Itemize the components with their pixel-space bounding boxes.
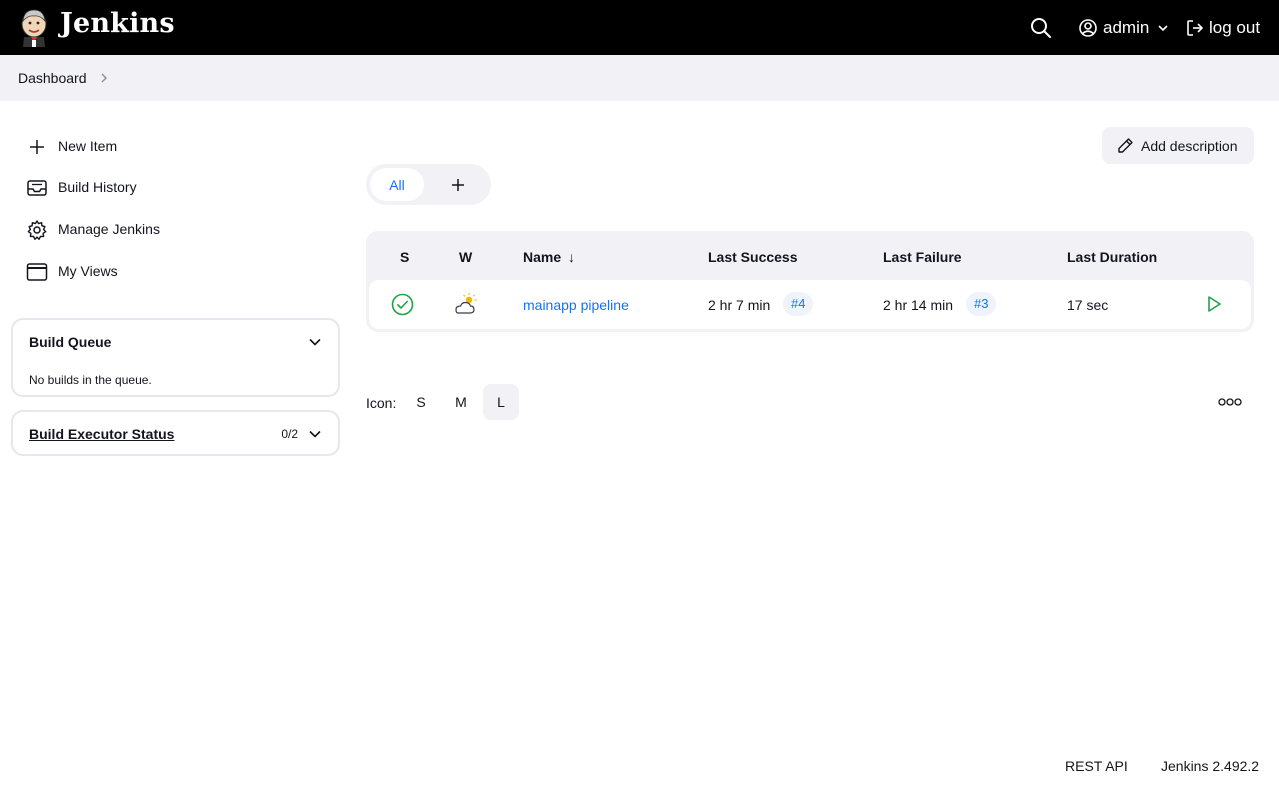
breadcrumb-dashboard[interactable]: Dashboard xyxy=(18,70,87,86)
build-executor-panel: Build Executor Status 0/2 xyxy=(11,410,340,456)
column-header-name[interactable]: Name xyxy=(523,249,561,265)
rest-api-link[interactable]: REST API xyxy=(1065,758,1128,774)
build-queue-empty-text: No builds in the queue. xyxy=(29,373,152,387)
plus-icon xyxy=(30,140,44,154)
sidebar-item-build-history[interactable]: Build History xyxy=(26,176,137,200)
job-name-link[interactable]: mainapp pipeline xyxy=(523,297,629,313)
gear-icon xyxy=(27,220,47,240)
column-header-status[interactable]: S xyxy=(400,249,409,265)
sidebar-item-label: My Views xyxy=(58,263,118,279)
logout-icon xyxy=(1187,20,1204,36)
play-icon[interactable] xyxy=(1204,294,1224,314)
icon-size-s-button[interactable]: S xyxy=(403,384,439,420)
tab-all[interactable]: All xyxy=(370,168,424,201)
column-header-last-success[interactable]: Last Success xyxy=(708,249,798,265)
top-navbar: Jenkins admin log out xyxy=(0,0,1279,55)
pencil-icon xyxy=(1118,138,1133,153)
icon-size-l-button[interactable]: L xyxy=(483,384,519,420)
inbox-icon xyxy=(27,180,47,196)
jobs-table: S W Name ↓ Last Success Last Failure Las… xyxy=(366,231,1254,332)
last-success-build-link[interactable]: #4 xyxy=(783,292,814,316)
sidebar-item-my-views[interactable]: My Views xyxy=(26,260,118,284)
sidebar-item-new-item[interactable]: New Item xyxy=(26,135,117,159)
last-success-time: 2 hr 7 min xyxy=(708,297,771,313)
column-header-last-failure[interactable]: Last Failure xyxy=(883,249,962,265)
add-description-button[interactable]: Add description xyxy=(1102,127,1254,164)
build-queue-title: Build Queue xyxy=(29,334,112,350)
add-description-label: Add description xyxy=(1141,138,1238,154)
icon-size-m-button[interactable]: M xyxy=(443,384,479,420)
partly-cloudy-icon xyxy=(455,293,477,314)
logout-label: log out xyxy=(1209,18,1261,37)
last-duration: 17 sec xyxy=(1067,297,1109,313)
jenkins-logo[interactable] xyxy=(18,7,50,47)
jenkins-version-link[interactable]: Jenkins 2.492.2 xyxy=(1161,758,1259,774)
breadcrumb: Dashboard xyxy=(0,55,1279,101)
sidebar-item-label: Manage Jenkins xyxy=(58,221,160,237)
executor-count: 0/2 xyxy=(281,427,298,441)
sidebar-item-manage-jenkins[interactable]: Manage Jenkins xyxy=(26,218,160,242)
window-icon xyxy=(26,263,48,281)
build-queue-panel: Build Queue No builds in the queue. xyxy=(11,318,340,397)
add-view-plus-icon[interactable] xyxy=(448,175,468,195)
column-header-last-duration[interactable]: Last Duration xyxy=(1067,249,1157,265)
chevron-down-icon xyxy=(1158,25,1168,32)
chevron-down-icon[interactable] xyxy=(308,335,322,349)
sort-arrow-icon[interactable]: ↓ xyxy=(568,249,575,265)
column-header-weather[interactable]: W xyxy=(459,249,472,265)
logout-link[interactable]: log out xyxy=(1186,14,1260,42)
table-row: mainapp pipeline 2 hr 7 min #4 2 hr 14 m… xyxy=(369,280,1251,329)
build-executor-status-link[interactable]: Build Executor Status xyxy=(29,426,174,442)
chevron-right-icon[interactable] xyxy=(99,71,109,85)
more-options-icon[interactable] xyxy=(1216,396,1244,408)
search-icon[interactable] xyxy=(1030,17,1052,39)
user-menu-button[interactable]: admin xyxy=(1079,14,1169,42)
icon-size-label: Icon: xyxy=(366,395,397,411)
last-failure-build-link[interactable]: #3 xyxy=(966,292,997,316)
sidebar-item-label: Build History xyxy=(58,179,137,195)
last-failure-time: 2 hr 14 min xyxy=(883,297,954,313)
user-name: admin xyxy=(1103,18,1150,37)
sidebar-item-label: New Item xyxy=(58,138,118,154)
user-circle-icon xyxy=(1079,19,1097,37)
app-title[interactable]: Jenkins xyxy=(60,8,175,39)
success-check-icon xyxy=(391,293,414,316)
view-tabs: All xyxy=(366,164,491,205)
chevron-down-icon[interactable] xyxy=(308,427,322,441)
